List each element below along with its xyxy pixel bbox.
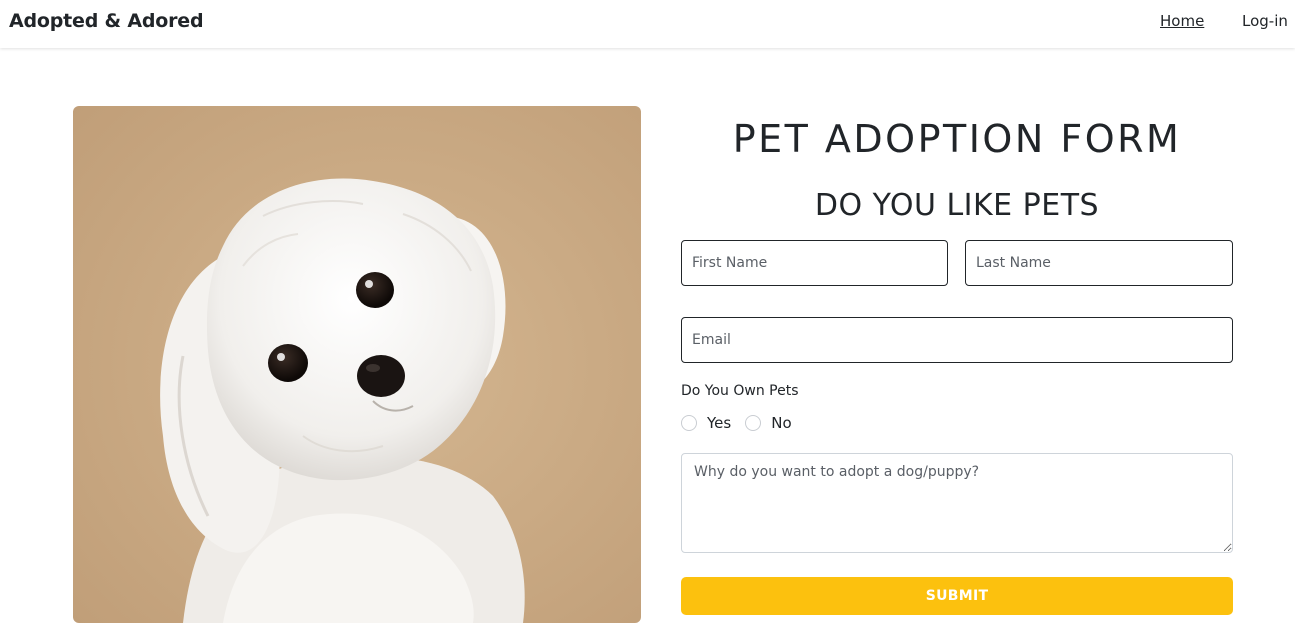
brand-logo[interactable]: Adopted & Adored — [9, 10, 204, 32]
adoption-reason-textarea[interactable] — [681, 453, 1233, 553]
own-pets-label: Do You Own Pets — [681, 383, 799, 399]
top-navbar: Adopted & Adored Home Log-in — [0, 0, 1295, 48]
nav-home-link[interactable]: Home — [1160, 12, 1204, 30]
email-input[interactable] — [681, 317, 1233, 363]
dog-photo — [73, 106, 641, 623]
radio-yes-label[interactable]: Yes — [707, 414, 731, 432]
form-title: PET ADOPTION FORM — [732, 117, 1182, 161]
form-subtitle: DO YOU LIKE PETS — [814, 188, 1100, 223]
submit-button[interactable]: SUBMIT — [681, 577, 1233, 615]
own-pets-radio-group: Yes No — [681, 414, 806, 432]
radio-yes[interactable] — [681, 415, 697, 431]
radio-no[interactable] — [745, 415, 762, 431]
first-name-input[interactable] — [681, 240, 948, 286]
radio-no-label[interactable]: No — [771, 414, 791, 432]
nav-login-link[interactable]: Log-in — [1242, 12, 1288, 30]
last-name-input[interactable] — [965, 240, 1233, 286]
